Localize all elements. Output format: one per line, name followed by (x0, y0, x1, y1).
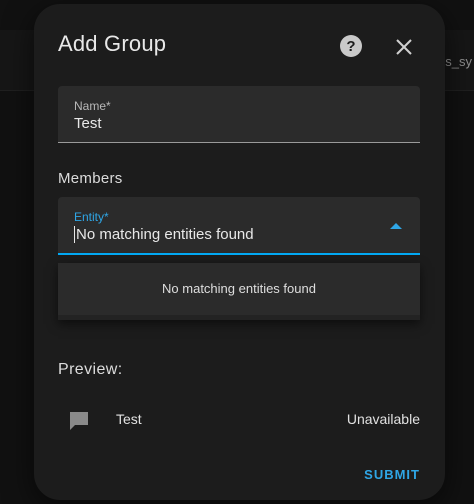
entity-field-value[interactable]: No matching entities found (74, 226, 254, 243)
dropdown-arrow-icon[interactable] (390, 223, 402, 229)
background-text: s_sy (445, 54, 472, 69)
preview-entity-name: Test (116, 411, 142, 427)
entity-dropdown-panel: No matching entities found (58, 263, 420, 320)
submit-button[interactable]: SUBMIT (364, 467, 420, 482)
members-heading: Members (58, 170, 123, 187)
name-field-label: Name* (74, 99, 111, 113)
entity-field[interactable]: Entity* No matching entities found (58, 197, 420, 255)
preview-row: Test Unavailable (58, 396, 420, 440)
close-icon[interactable] (394, 37, 414, 57)
preview-heading: Preview: (58, 361, 123, 378)
name-field[interactable]: Name* Test (58, 86, 420, 143)
dialog-title: Add Group (58, 31, 167, 56)
entity-field-label: Entity* (74, 210, 109, 224)
add-group-dialog: Add Group ? Name* Test Members Entity* N… (34, 4, 445, 500)
text-cursor (74, 226, 75, 243)
dropdown-empty-message: No matching entities found (162, 281, 316, 296)
entity-field-text: No matching entities found (76, 226, 254, 243)
help-button[interactable]: ? (340, 35, 362, 57)
help-circle-icon: ? (346, 37, 356, 55)
name-field-value[interactable]: Test (74, 115, 102, 132)
preview-entity-state: Unavailable (346, 411, 420, 427)
comment-icon (70, 412, 88, 430)
